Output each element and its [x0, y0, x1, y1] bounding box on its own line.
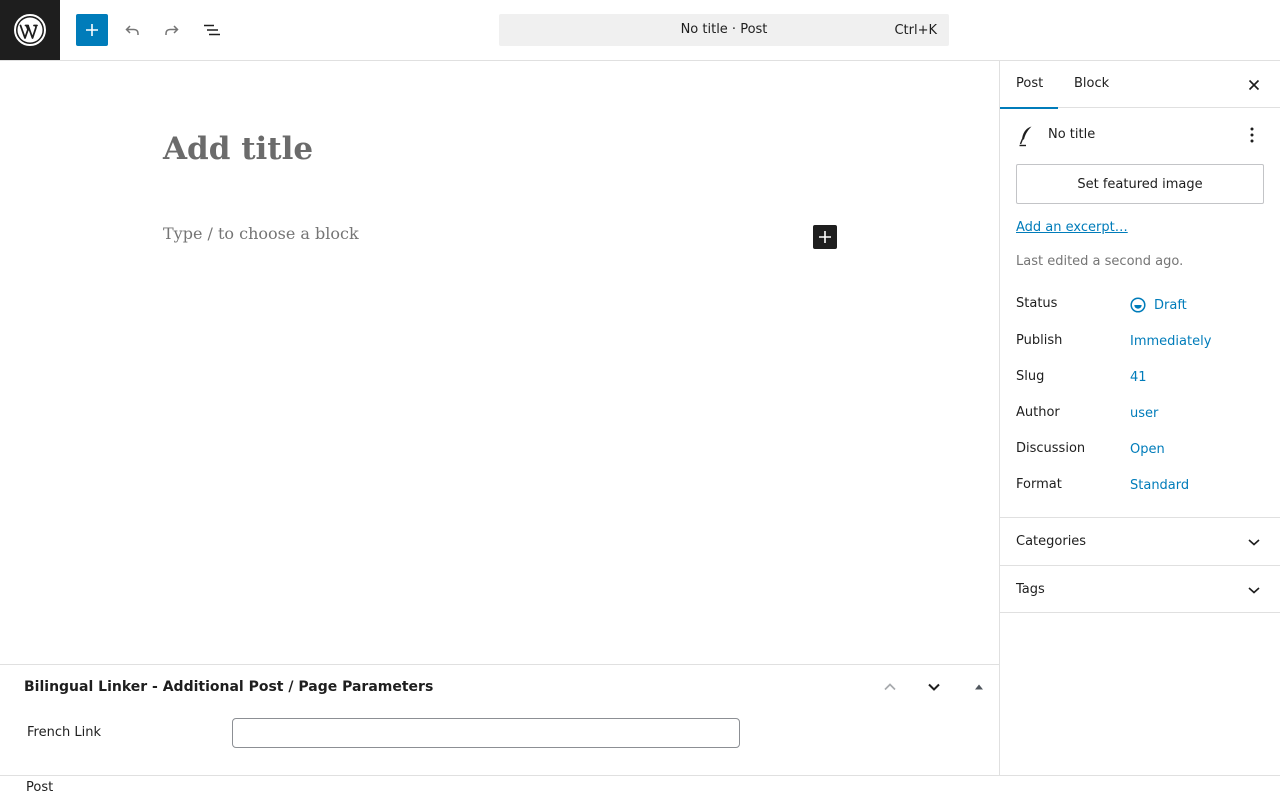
status-value-text: Draft — [1154, 297, 1187, 313]
meta-box-panel: Bilingual Linker - Additional Post / Pag… — [0, 664, 999, 775]
publish-row: Publish Immediately — [1016, 333, 1264, 353]
plus-icon — [86, 24, 98, 36]
discussion-value[interactable]: Open — [1130, 442, 1165, 457]
breadcrumb[interactable]: Post — [26, 780, 53, 795]
publish-label: Publish — [1016, 333, 1063, 348]
slug-row: Slug 41 — [1016, 369, 1264, 389]
tags-panel-toggle[interactable]: Tags — [1000, 565, 1280, 613]
set-featured-image-button[interactable]: Set featured image — [1016, 164, 1264, 204]
close-sidebar-button[interactable] — [1242, 73, 1266, 97]
slug-label: Slug — [1016, 369, 1045, 384]
discussion-row: Discussion Open — [1016, 441, 1264, 461]
sidebar-tabs: Post Block — [1000, 61, 1280, 109]
close-icon — [1248, 79, 1260, 91]
meta-box-title: Bilingual Linker - Additional Post / Pag… — [24, 679, 434, 695]
document-title: No title · Post — [680, 22, 768, 37]
status-label: Status — [1016, 296, 1058, 311]
last-edited-text: Last edited a second ago. — [1016, 254, 1184, 269]
tags-panel-title: Tags — [1016, 582, 1045, 597]
author-label: Author — [1016, 405, 1060, 420]
french-link-input[interactable] — [232, 718, 740, 748]
wordpress-logo-icon[interactable] — [0, 0, 60, 60]
categories-panel-toggle[interactable]: Categories — [1000, 517, 1280, 565]
editor-footer: Post — [0, 775, 1280, 800]
inline-add-block-button[interactable] — [813, 225, 837, 249]
more-vertical-icon — [1250, 127, 1254, 143]
slug-value[interactable]: 41 — [1130, 370, 1147, 385]
list-view-icon — [204, 24, 220, 36]
discussion-label: Discussion — [1016, 441, 1086, 456]
block-appender[interactable]: Type / to choose a block — [163, 224, 359, 243]
format-row: Format Standard — [1016, 477, 1264, 497]
chevron-up-icon — [884, 683, 896, 691]
post-name: No title — [1048, 127, 1096, 142]
tab-block[interactable]: Block — [1074, 61, 1109, 108]
post-summary-header: No title — [1016, 123, 1264, 147]
settings-sidebar: Post Block No title Set featured image A… — [1000, 61, 1280, 775]
status-row: Status Draft — [1016, 296, 1264, 316]
plus-icon — [819, 231, 831, 243]
add-excerpt-link[interactable]: Add an excerpt… — [1016, 220, 1128, 235]
chevron-down-icon — [928, 683, 940, 691]
status-value[interactable]: Draft — [1130, 297, 1187, 313]
undo-button[interactable] — [116, 14, 148, 46]
post-actions-button[interactable] — [1240, 123, 1264, 147]
format-label: Format — [1016, 477, 1062, 492]
document-overview-button[interactable] — [196, 14, 228, 46]
author-value[interactable]: user — [1130, 406, 1158, 421]
draft-status-icon — [1130, 297, 1146, 313]
redo-icon — [165, 25, 179, 35]
editor-toolbar: No title · Post Ctrl+K — [0, 0, 1280, 61]
move-down-button[interactable] — [922, 675, 946, 699]
chevron-down-icon — [1248, 539, 1260, 546]
post-feather-icon — [1019, 126, 1032, 147]
keyboard-shortcut: Ctrl+K — [894, 23, 937, 38]
publish-value[interactable]: Immediately — [1130, 334, 1211, 349]
categories-panel-title: Categories — [1016, 534, 1087, 549]
author-row: Author user — [1016, 405, 1264, 425]
undo-icon — [125, 25, 139, 35]
french-link-label: French Link — [27, 725, 101, 740]
move-up-button[interactable] — [878, 675, 902, 699]
command-palette-bar[interactable]: No title · Post Ctrl+K — [499, 14, 949, 46]
caret-up-icon — [975, 684, 983, 690]
toggle-panel-button[interactable] — [967, 675, 991, 699]
editor-canvas: Add title Type / to choose a block — [0, 61, 999, 664]
tab-post[interactable]: Post — [1000, 61, 1058, 109]
add-block-button[interactable] — [76, 14, 108, 46]
chevron-down-icon — [1248, 587, 1260, 594]
format-value[interactable]: Standard — [1130, 478, 1189, 493]
post-title-input[interactable]: Add title — [163, 131, 313, 167]
redo-button[interactable] — [156, 14, 188, 46]
